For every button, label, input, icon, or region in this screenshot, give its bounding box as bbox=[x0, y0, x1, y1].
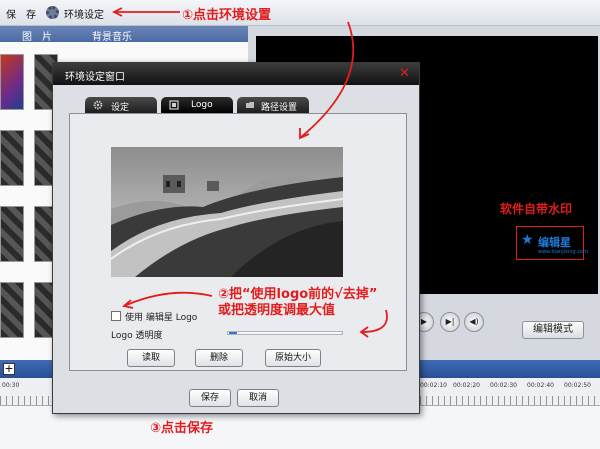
tab-settings[interactable]: 设定 bbox=[85, 97, 157, 113]
dialog-title-bar[interactable]: 环境设定窗口 ✕ bbox=[53, 63, 419, 85]
transparency-slider-fill bbox=[229, 332, 237, 334]
use-logo-checkbox[interactable] bbox=[111, 311, 121, 321]
timeline-time-label: 00:02:50 bbox=[564, 382, 591, 389]
transparency-slider[interactable] bbox=[227, 331, 343, 335]
star-icon: ★ bbox=[521, 232, 534, 248]
tab-settings-label: 设定 bbox=[111, 103, 130, 113]
media-thumbnail[interactable] bbox=[0, 130, 24, 186]
timeline-time-label: 00:02:10 bbox=[420, 382, 447, 389]
watermark-logo-text: 编辑星 bbox=[538, 236, 571, 249]
cancel-button[interactable]: 取消 bbox=[237, 389, 279, 407]
tab-path-label: 路径设置 bbox=[261, 103, 298, 113]
gear-icon[interactable] bbox=[46, 6, 59, 19]
timeline-time-label: 00:02:20 bbox=[453, 382, 480, 389]
toolbar-env-settings[interactable]: 环境设定 bbox=[64, 6, 104, 21]
original-size-button[interactable]: 原始大小 bbox=[265, 349, 321, 367]
logo-tab-icon bbox=[169, 100, 179, 110]
tab-logo[interactable]: Logo bbox=[161, 97, 233, 113]
media-thumbnail[interactable] bbox=[0, 282, 24, 338]
col-image-header: 图 片 bbox=[22, 32, 52, 43]
annotation-step3: ③点击保存 bbox=[150, 421, 214, 436]
annotation-step1: ①点击环境设置 bbox=[182, 8, 272, 23]
gear-icon bbox=[93, 100, 103, 110]
folder-icon bbox=[246, 102, 254, 108]
toolbar-store[interactable]: 存 bbox=[26, 6, 36, 21]
main-toolbar: 保 存 环境设定 bbox=[0, 0, 600, 26]
timeline-time-label: 00:02:40 bbox=[527, 382, 554, 389]
transparency-label: Logo 透明度 bbox=[111, 331, 163, 341]
timeline-time-label: 00:02:30 bbox=[490, 382, 517, 389]
env-settings-dialog: 环境设定窗口 ✕ 设定 Logo 路径设置 使用 编辑星 Logo Logo 透… bbox=[52, 62, 420, 414]
media-list-header: 图 片 背景音乐 bbox=[0, 26, 248, 43]
use-logo-label: 使用 编辑星 Logo bbox=[125, 313, 198, 323]
save-button[interactable]: 保存 bbox=[189, 389, 231, 407]
watermark-url: www.bianjixing.com bbox=[538, 249, 588, 255]
dialog-title: 环境设定窗口 bbox=[65, 72, 125, 83]
tab-logo-label: Logo bbox=[191, 100, 213, 110]
delete-button[interactable]: 删除 bbox=[195, 349, 243, 367]
volume-icon[interactable]: ◀) bbox=[464, 312, 484, 332]
media-thumbnail[interactable] bbox=[0, 54, 24, 110]
logo-preview-image bbox=[111, 147, 343, 277]
close-icon[interactable]: ✕ bbox=[399, 66, 410, 81]
tab-path[interactable]: 路径设置 bbox=[237, 97, 309, 113]
read-button[interactable]: 读取 bbox=[127, 349, 175, 367]
media-thumbnail[interactable] bbox=[0, 206, 24, 262]
add-track-icon[interactable]: + bbox=[3, 363, 15, 375]
timeline-time-label: 00:30 bbox=[2, 382, 20, 389]
toolbar-save[interactable]: 保 bbox=[6, 6, 16, 21]
col-music-header: 背景音乐 bbox=[92, 32, 132, 43]
annotation-step2-line2: 或把透明度调最大值 bbox=[218, 303, 336, 318]
edit-mode-button[interactable]: 编辑模式 bbox=[522, 321, 584, 339]
watermark-annotation: 软件自带水印 bbox=[500, 202, 573, 216]
next-frame-icon[interactable]: ▶| bbox=[440, 312, 460, 332]
